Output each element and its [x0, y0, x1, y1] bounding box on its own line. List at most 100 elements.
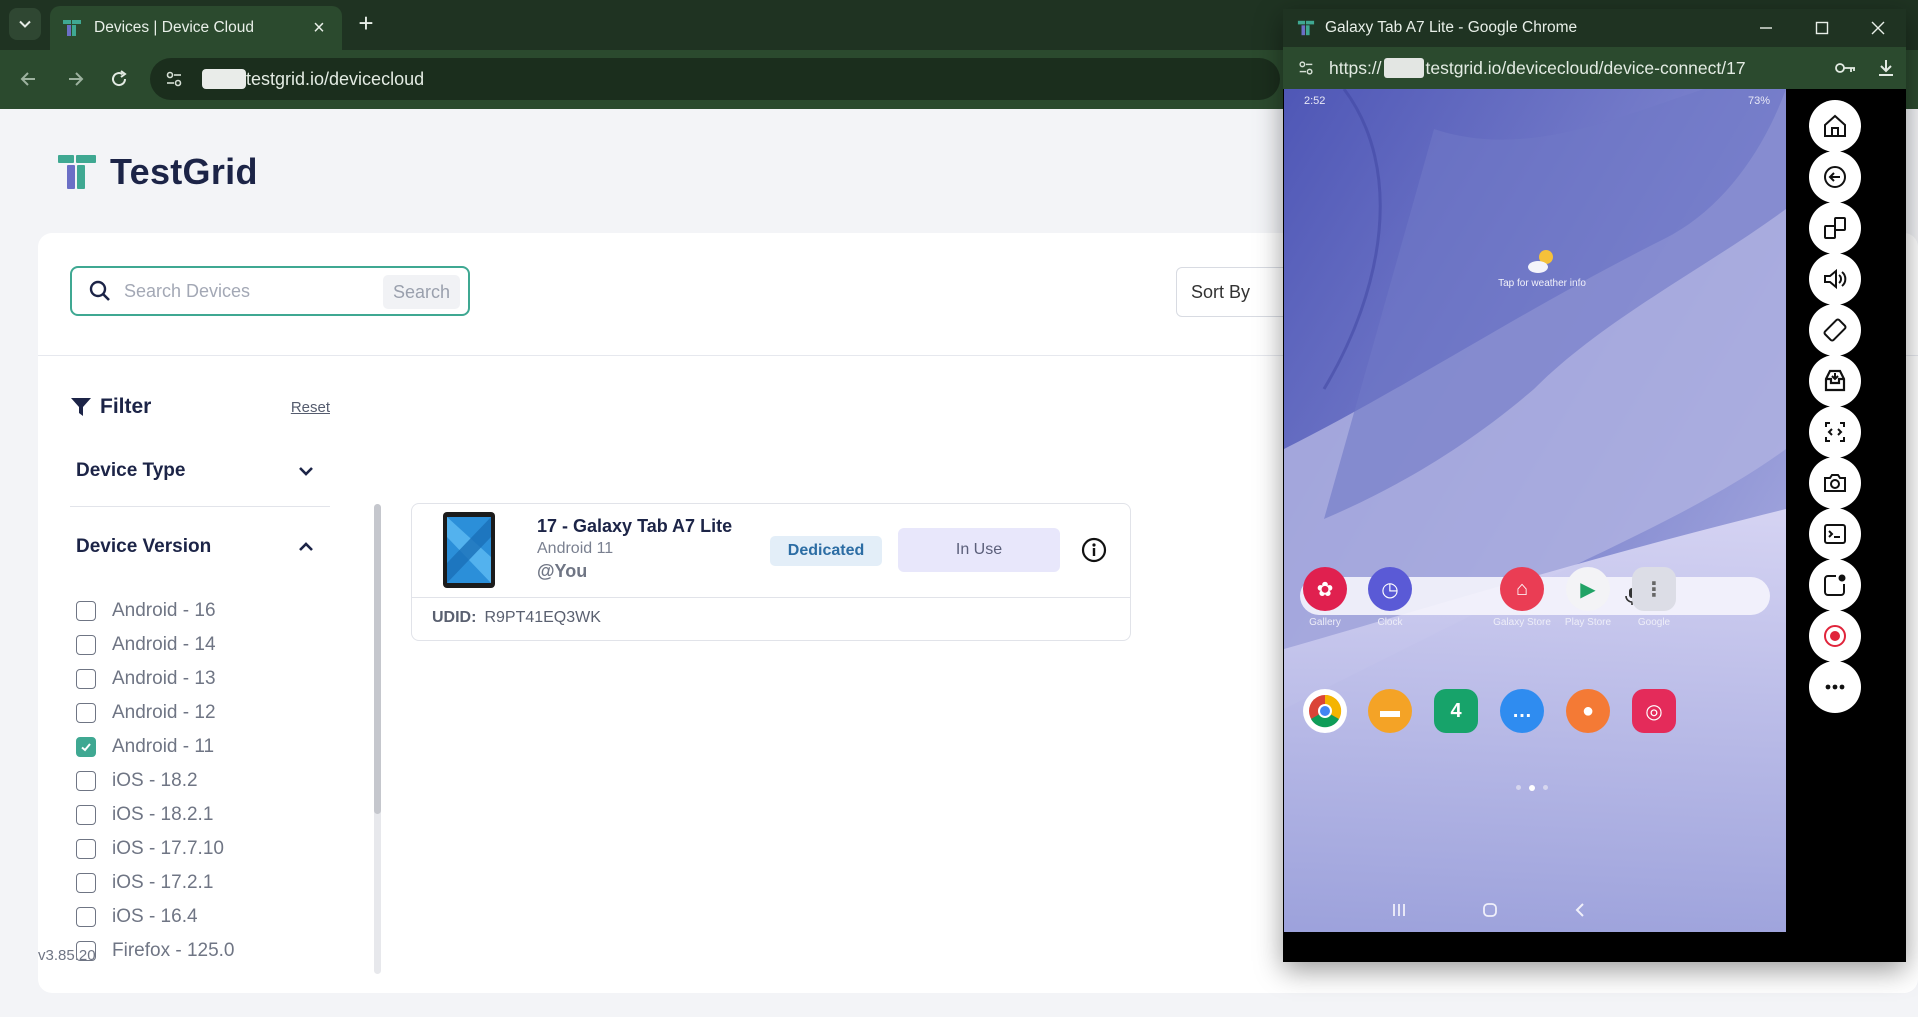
tool-volume-button[interactable] — [1809, 253, 1861, 305]
version-option[interactable]: iOS - 17.2.1 — [76, 866, 326, 900]
search-button[interactable]: Search — [382, 275, 460, 309]
volume-icon — [1824, 268, 1847, 290]
tab-close-icon[interactable]: × — [308, 18, 330, 38]
app-play-store[interactable]: ▶ Play Store — [1558, 567, 1618, 628]
close-icon — [1871, 21, 1885, 35]
popup-address-bar[interactable]: https:// testgrid.io/devicecloud/device-… — [1283, 47, 1906, 89]
reset-filter-link[interactable]: Reset — [291, 399, 330, 416]
chevron-down-icon — [299, 466, 313, 476]
device-screen[interactable]: 2:52 73% Tap for weather info G ✿Gallery… — [1284, 89, 1786, 932]
tool-notification-button[interactable] — [1809, 559, 1861, 611]
testgrid-logo[interactable]: TestGrid — [58, 151, 258, 193]
password-key-icon[interactable] — [1826, 61, 1866, 75]
popup-title-bar: Galaxy Tab A7 Lite - Google Chrome — [1283, 9, 1906, 47]
minimize-button[interactable] — [1738, 9, 1794, 47]
version-option[interactable]: Android - 16 — [76, 594, 326, 628]
page-dot — [1543, 785, 1548, 790]
checkbox[interactable] — [76, 805, 96, 825]
checkbox[interactable] — [76, 839, 96, 859]
version-option[interactable]: iOS - 18.2.1 — [76, 798, 326, 832]
android-status-bar: 2:52 73% — [1304, 95, 1770, 107]
device-version-accordion[interactable]: Device Version — [70, 511, 330, 583]
scrollbar-thumb[interactable] — [374, 504, 381, 814]
camera-icon — [1824, 474, 1846, 492]
weather-sun-cloud-icon — [1528, 250, 1553, 273]
close-window-button[interactable] — [1850, 9, 1906, 47]
popup-url-prefix: https:// — [1329, 57, 1382, 78]
tool-rotate-button[interactable] — [1809, 304, 1861, 356]
version-option[interactable]: Android - 11 — [76, 730, 326, 764]
popup-url-suffix: testgrid.io/devicecloud/device-connect/1… — [1425, 57, 1746, 78]
back-key-icon[interactable] — [1568, 899, 1592, 921]
site-settings-icon[interactable] — [1297, 57, 1319, 79]
app-my-files[interactable]: ▬ — [1360, 689, 1420, 733]
recents-key-icon[interactable] — [1387, 899, 1411, 921]
tool-home-button[interactable] — [1809, 100, 1861, 152]
version-option[interactable]: Android - 14 — [76, 628, 326, 662]
new-tab-button[interactable]: + — [352, 10, 380, 38]
app-chrome[interactable] — [1295, 689, 1355, 733]
tool-screenshot-button[interactable] — [1809, 457, 1861, 509]
home-key-icon[interactable] — [1478, 899, 1502, 921]
weather-widget[interactable]: Tap for weather info — [1487, 247, 1597, 289]
version-option[interactable]: Firefox - 125.0 — [76, 934, 326, 968]
app-camera[interactable]: ◎ — [1624, 689, 1684, 733]
checkbox[interactable] — [76, 669, 96, 689]
tablet-screen-image — [447, 517, 491, 583]
search-input[interactable] — [124, 280, 374, 302]
app-galaxy-store[interactable]: ⌂ Galaxy Store — [1492, 567, 1552, 628]
udid-value: R9PT41EQ3WK — [484, 609, 601, 626]
device-name[interactable]: 17 - Galaxy Tab A7 Lite — [537, 516, 732, 537]
version-option[interactable]: Android - 12 — [76, 696, 326, 730]
app-clock[interactable]: ◷ Clock — [1360, 567, 1420, 628]
tool-back-button[interactable] — [1809, 151, 1861, 203]
page-dot — [1516, 785, 1521, 790]
popup-url-text: https:// testgrid.io/devicecloud/device-… — [1329, 58, 1826, 79]
checkbox[interactable] — [76, 873, 96, 893]
udid-label: UDID: — [432, 609, 477, 626]
device-card[interactable]: 17 - Galaxy Tab A7 Lite Android 11 @You … — [411, 503, 1131, 641]
tool-record-button[interactable] — [1809, 610, 1861, 662]
filter-title: Filter — [100, 395, 152, 418]
download-icon[interactable] — [1866, 58, 1906, 78]
device-type-accordion[interactable]: Device Type — [70, 435, 330, 507]
maximize-button[interactable] — [1794, 9, 1850, 47]
app-google-folder[interactable]: ⋮ Google — [1624, 567, 1684, 628]
tool-inspect-button[interactable] — [1809, 406, 1861, 458]
in-use-status-button[interactable]: In Use — [898, 528, 1060, 572]
checkbox[interactable] — [76, 703, 96, 723]
version-option[interactable]: iOS - 16.4 — [76, 900, 326, 934]
forward-button[interactable] — [60, 64, 90, 94]
url-redacted-mask — [1383, 58, 1424, 78]
reload-button[interactable] — [104, 64, 134, 94]
app-contacts[interactable]: ● — [1558, 689, 1618, 733]
checkbox[interactable] — [76, 771, 96, 791]
tool-install-app-button[interactable] — [1809, 355, 1861, 407]
version-option[interactable]: iOS - 17.7.10 — [76, 832, 326, 866]
site-settings-icon[interactable] — [164, 68, 186, 90]
device-thumbnail — [443, 512, 495, 588]
checkbox[interactable] — [76, 635, 96, 655]
checkbox[interactable] — [76, 907, 96, 927]
version-option[interactable]: iOS - 18.2 — [76, 764, 326, 798]
info-icon[interactable] — [1081, 537, 1107, 563]
checkbox-checked[interactable] — [76, 737, 96, 757]
version-option[interactable]: Android - 13 — [76, 662, 326, 696]
app-gallery[interactable]: ✿ Gallery — [1295, 567, 1355, 628]
device-version-label: Device Version — [76, 536, 212, 557]
back-button[interactable] — [14, 64, 44, 94]
address-bar[interactable]: testgrid.io/devicecloud — [150, 58, 1280, 100]
search-box: Search — [70, 266, 470, 316]
checkbox[interactable] — [76, 601, 96, 621]
app-calendar[interactable]: 4 — [1426, 689, 1486, 733]
play-store-icon: ▶ — [1566, 567, 1610, 611]
logo-text: TestGrid — [110, 151, 258, 192]
tab-search-dropdown[interactable] — [9, 8, 41, 40]
filter-scrollbar[interactable] — [374, 504, 381, 974]
tool-terminal-button[interactable] — [1809, 508, 1861, 560]
google-folder-icon: ⋮ — [1632, 567, 1676, 611]
tool-app-switch-button[interactable] — [1809, 202, 1861, 254]
browser-tab[interactable]: Devices | Device Cloud × — [50, 6, 342, 50]
app-messages[interactable]: … — [1492, 689, 1552, 733]
tool-more-button[interactable] — [1809, 661, 1861, 713]
